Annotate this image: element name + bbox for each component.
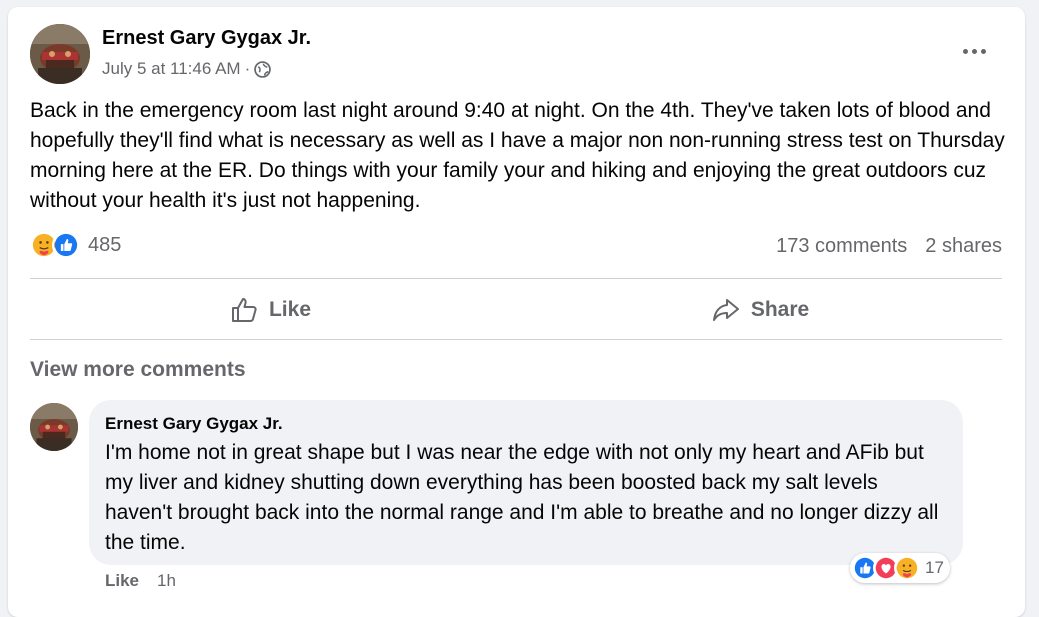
author-avatar[interactable]: [30, 24, 90, 84]
comment-actions: Like 1h: [105, 571, 176, 591]
share-label: Share: [750, 297, 810, 321]
post-meta: July 5 at 11:46 AM ·: [102, 59, 272, 79]
comment-like-button[interactable]: Like: [105, 571, 139, 591]
divider: [30, 278, 1002, 279]
post-card: Ernest Gary Gygax Jr. July 5 at 11:46 AM…: [8, 7, 1025, 617]
comment-author-name[interactable]: Ernest Gary Gygax Jr.: [105, 414, 283, 434]
post-timestamp[interactable]: July 5 at 11:46 AM: [102, 59, 241, 79]
thumbs-up-icon: [231, 297, 257, 322]
post-author-name[interactable]: Ernest Gary Gygax Jr.: [102, 27, 311, 50]
divider: [30, 339, 1002, 340]
avatar-image: [30, 403, 78, 451]
view-more-comments-link[interactable]: View more comments: [30, 358, 246, 382]
post-stats: 173 comments 2 shares: [776, 235, 1002, 258]
like-button[interactable]: Like: [30, 287, 510, 332]
shares-count[interactable]: 2 shares: [925, 235, 1002, 258]
care-reaction-icon: [894, 555, 920, 581]
globe-icon[interactable]: [254, 60, 272, 78]
more-options-icon[interactable]: [954, 37, 994, 65]
like-label: Like: [268, 297, 312, 321]
comments-count[interactable]: 173 comments: [776, 235, 907, 258]
meta-separator: ·: [244, 59, 251, 78]
comment-reaction-count: 17: [925, 558, 944, 577]
comment-bubble: Ernest Gary Gygax Jr. I'm home not in gr…: [89, 400, 963, 565]
share-icon: [712, 298, 739, 321]
avatar-image: [30, 24, 90, 84]
like-reaction-icon: [52, 231, 80, 259]
post-reactions[interactable]: 485: [30, 231, 121, 259]
commenter-avatar[interactable]: [30, 403, 78, 451]
share-button[interactable]: Share: [520, 287, 1000, 332]
comment-text: I'm home not in great shape but I was ne…: [105, 441, 939, 554]
post-body-text: Back in the emergency room last night ar…: [30, 99, 1005, 212]
reaction-count: 485: [88, 233, 122, 256]
comment-timestamp[interactable]: 1h: [157, 571, 176, 591]
comment-reactions[interactable]: 17: [850, 553, 950, 583]
